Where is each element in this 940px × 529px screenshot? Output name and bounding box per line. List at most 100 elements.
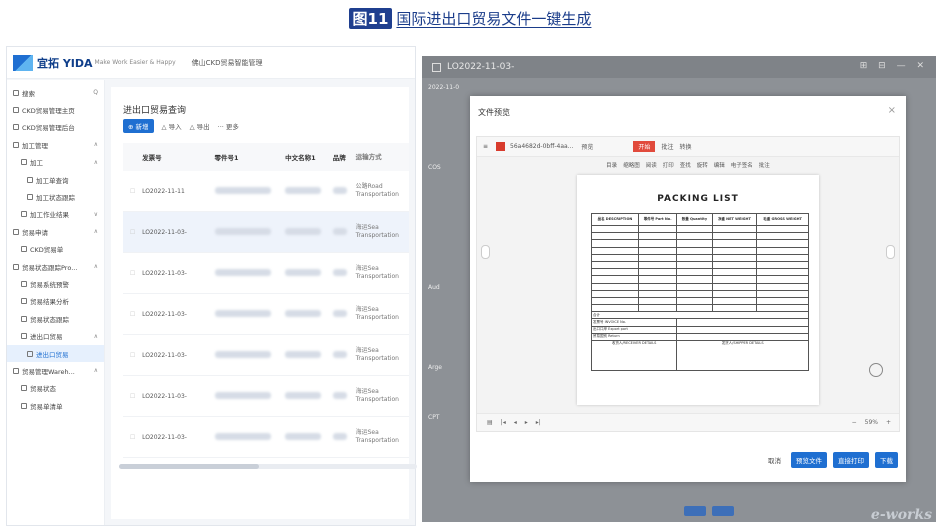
- next-page-arrow[interactable]: [886, 245, 895, 259]
- viewer-tool-button[interactable]: 查找: [680, 161, 691, 169]
- footer-save-button[interactable]: [684, 506, 706, 516]
- invoice-cell[interactable]: LO2022-11-03-: [142, 352, 214, 359]
- row-checkbox[interactable]: ☐: [123, 270, 142, 277]
- table-row[interactable]: ☐ LO2022-11-03- 海运Sea Transportation: [123, 253, 409, 294]
- download-button[interactable]: 下载: [875, 452, 898, 468]
- row-checkbox[interactable]: ☐: [123, 393, 142, 400]
- viewer-tool-button[interactable]: 旋转: [697, 161, 708, 169]
- row-checkbox[interactable]: ☐: [123, 352, 142, 359]
- zoom-out-icon[interactable]: −: [852, 419, 857, 426]
- row-checkbox[interactable]: ☐: [123, 229, 142, 236]
- zoom-level[interactable]: 59%: [865, 419, 878, 426]
- tab-convert[interactable]: 转换: [679, 142, 691, 151]
- invoice-cell[interactable]: LO2022-11-03-: [142, 311, 214, 318]
- sidebar-item[interactable]: 贸易申请 ∧: [7, 223, 104, 240]
- tab-preview[interactable]: 预览: [581, 142, 593, 151]
- chevron-icon[interactable]: ∧: [94, 228, 98, 235]
- thumbnail-icon[interactable]: ▤: [487, 419, 493, 426]
- sidebar-item[interactable]: 加工 ∧: [7, 154, 104, 171]
- menu-icon[interactable]: ≡: [483, 143, 488, 150]
- close-icon[interactable]: ×: [888, 105, 896, 116]
- last-page-icon[interactable]: ▸|: [536, 419, 541, 426]
- table-row[interactable]: ☐ LO2022-11-03- 海运Sea Transportation: [123, 212, 409, 253]
- chevron-icon[interactable]: ∧: [94, 159, 98, 166]
- next-page-icon[interactable]: ▸: [525, 419, 528, 426]
- horizontal-scrollbar[interactable]: [119, 464, 417, 469]
- add-button[interactable]: ⊕ 新增: [123, 119, 154, 133]
- viewer-tabbar: ≡ 56a4682d-0bff-4aa... 预览 开始 批注 转换: [477, 137, 899, 157]
- assistant-icon[interactable]: [869, 363, 883, 377]
- viewer-tool-button[interactable]: 电子签名: [731, 161, 753, 169]
- file-tab[interactable]: 56a4682d-0bff-4aa...: [510, 143, 573, 150]
- window-controls[interactable]: ⊞ ⊟ — ✕: [860, 61, 928, 71]
- chevron-icon[interactable]: ∧: [94, 141, 98, 148]
- viewer-tool-button[interactable]: 缩略图: [623, 161, 640, 169]
- chevron-icon[interactable]: ∧: [94, 263, 98, 270]
- prev-page-arrow[interactable]: [481, 245, 490, 259]
- table-row[interactable]: ☐ LO2022-11-03- 海运Sea Transportation: [123, 376, 409, 417]
- sidebar-item[interactable]: CKD贸易管理主页: [7, 101, 104, 118]
- viewer-tool-button[interactable]: 打印: [663, 161, 674, 169]
- sidebar-search[interactable]: 搜索 Q: [7, 84, 104, 101]
- sidebar-item[interactable]: 加工状态跟踪: [7, 188, 104, 205]
- sidebar-item[interactable]: 进出口贸易 ∧: [7, 327, 104, 344]
- row-checkbox[interactable]: ☐: [123, 311, 142, 318]
- sidebar-item[interactable]: 贸易系统预警: [7, 275, 104, 292]
- invoice-cell[interactable]: LO2022-11-03-: [142, 229, 214, 236]
- tab-start[interactable]: 开始: [633, 141, 656, 152]
- invoice-cell[interactable]: LO2022-11-11: [142, 188, 214, 195]
- cancel-button[interactable]: 取消: [764, 452, 785, 468]
- invoice-cell[interactable]: LO2022-11-03-: [142, 434, 214, 441]
- chevron-icon[interactable]: ∨: [94, 211, 98, 218]
- sidebar-item[interactable]: 贸易单清单: [7, 397, 104, 414]
- bg-label: CPT: [428, 414, 440, 421]
- table-row[interactable]: ☐ LO2022-11-03- 海运Sea Transportation: [123, 417, 409, 458]
- first-page-icon[interactable]: |◂: [501, 419, 506, 426]
- col-header-part-no[interactable]: 零件号1: [215, 152, 286, 162]
- col-header-brand[interactable]: 品牌: [333, 152, 356, 162]
- row-checkbox[interactable]: ☐: [123, 188, 142, 195]
- redacted-cell: [285, 350, 333, 360]
- document-icon: [432, 62, 441, 72]
- chevron-icon[interactable]: ∧: [94, 367, 98, 374]
- prev-page-icon[interactable]: ◂: [514, 419, 517, 426]
- viewer-tool-button[interactable]: 批注: [759, 161, 770, 169]
- viewer-tool-button[interactable]: 阅读: [646, 161, 657, 169]
- import-button[interactable]: △ 导入: [162, 121, 182, 131]
- row-checkbox[interactable]: ☐: [123, 434, 142, 441]
- main-panel: 进出口贸易查询 ⊕ 新增 △ 导入 △ 导出 ··· 更多 发票号 零件号1 中…: [111, 87, 409, 519]
- export-button[interactable]: △ 导出: [190, 121, 210, 131]
- col-header-chinese-name[interactable]: 中文名称1: [285, 152, 333, 162]
- table-row[interactable]: ☐ LO2022-11-11 公路Road Transportation: [123, 171, 409, 212]
- viewer-tool-button[interactable]: 目录: [606, 161, 617, 169]
- table-row[interactable]: ☐ LO2022-11-03- 海运Sea Transportation: [123, 335, 409, 376]
- chevron-icon[interactable]: ∧: [94, 333, 98, 340]
- col-header-transport[interactable]: 运输方式: [356, 153, 409, 161]
- sidebar-item[interactable]: 贸易管理Wareh... ∧: [7, 362, 104, 379]
- sidebar-item[interactable]: 加工单查询: [7, 171, 104, 188]
- sidebar-item[interactable]: 加工管理 ∧: [7, 136, 104, 153]
- pl-receiver-details: 收货人/RECEIVER DETAILS: [590, 340, 678, 371]
- preview-file-button[interactable]: 预览文件: [791, 452, 827, 468]
- scrollbar-thumb[interactable]: [119, 464, 259, 469]
- search-icon[interactable]: Q: [93, 89, 98, 96]
- sidebar-item[interactable]: 贸易结果分析: [7, 293, 104, 310]
- col-header-invoice[interactable]: 发票号: [142, 152, 214, 162]
- direct-print-button[interactable]: 直接打印: [833, 452, 869, 468]
- sidebar-item[interactable]: 加工作业结果 ∨: [7, 206, 104, 223]
- sidebar-item[interactable]: CKD贸易单: [7, 241, 104, 258]
- viewer-tool-button[interactable]: 编辑: [714, 161, 725, 169]
- sidebar-item[interactable]: 贸易状态: [7, 380, 104, 397]
- footer-close-button[interactable]: [712, 506, 734, 516]
- more-button[interactable]: ··· 更多: [218, 121, 239, 131]
- sidebar-item[interactable]: CKD贸易管理后台: [7, 119, 104, 136]
- invoice-cell[interactable]: LO2022-11-03-: [142, 393, 214, 400]
- zoom-in-icon[interactable]: +: [886, 419, 891, 426]
- tab-annotate[interactable]: 批注: [661, 142, 673, 151]
- sidebar-item[interactable]: 贸易状态跟踪: [7, 310, 104, 327]
- pl-invoice-label: 发票号 INVOICE No.: [590, 318, 678, 327]
- sidebar-item[interactable]: 进出口贸易: [7, 344, 104, 363]
- sidebar-item[interactable]: 贸易状态跟踪Pro... ∧: [7, 258, 104, 275]
- table-row[interactable]: ☐ LO2022-11-03- 海运Sea Transportation: [123, 294, 409, 335]
- invoice-cell[interactable]: LO2022-11-03-: [142, 270, 214, 277]
